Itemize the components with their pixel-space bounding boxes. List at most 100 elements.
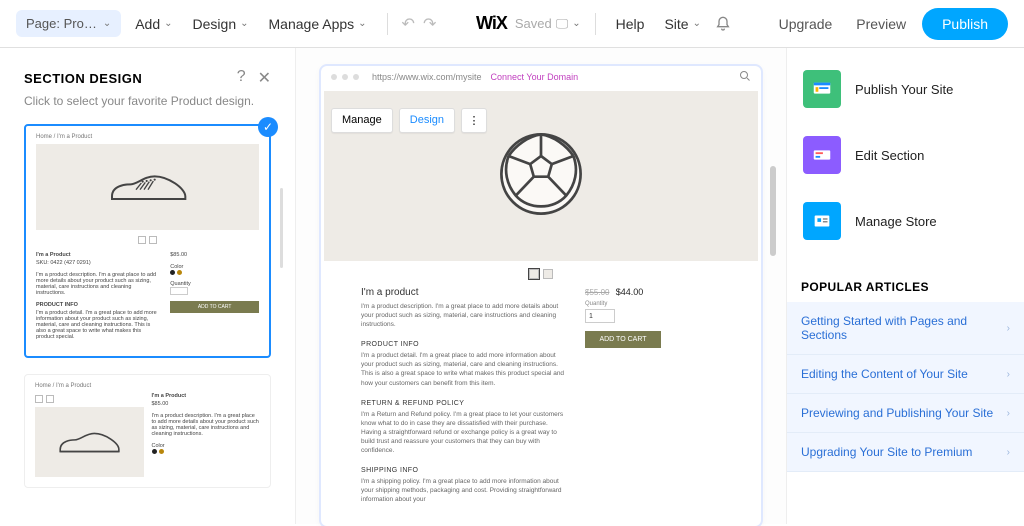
card-publish-site[interactable]: Publish Your Site [797,56,1014,122]
connect-domain-link[interactable]: Connect Your Domain [491,72,579,82]
page-selector-label: Page: Pro… [26,16,97,31]
store-icon [803,202,841,240]
stage-browser-bar: https://www.wix.com/mysite Connect Your … [321,66,761,88]
upgrade-button[interactable]: Upgrade [771,12,841,36]
color-swatches [170,270,259,275]
section-head: SHIPPING INFO [361,467,565,474]
thumb[interactable] [35,395,43,403]
close-icon[interactable]: ✕ [258,68,271,88]
section-body: I'm a Return and Refund policy. I'm a gr… [361,410,565,455]
thumb[interactable] [138,236,146,244]
undo-icon[interactable]: ↶ [402,14,415,34]
section-body: I'm a product detail. I'm a great place … [361,351,565,387]
product-desc: I'm a product description. I'm a great p… [361,302,565,329]
swatch[interactable] [170,270,175,275]
thumb[interactable] [529,269,539,279]
panel-subtitle: Click to select your favorite Product de… [24,94,271,108]
article-link[interactable]: Upgrading Your Site to Premium › [787,433,1024,472]
preview-stage[interactable]: https://www.wix.com/mysite Connect Your … [321,66,761,526]
price-row: $55.00 $44.00 [585,287,721,297]
manage-button[interactable]: Manage [331,108,393,133]
qty-input[interactable]: 1 [585,309,615,323]
product-price: $85.00 [170,252,259,258]
chevron-right-icon: › [1007,408,1010,419]
product-desc: I'm a product description. I'm a great p… [152,413,261,437]
more-button[interactable]: ⋮ [461,108,487,133]
design-option-1[interactable]: Home / I'm a Product I'm a Product SKU: … [24,124,271,358]
card-edit-section[interactable]: Edit Section [797,122,1014,188]
breadcrumb: Home / I'm a Product [36,134,259,140]
help-icon[interactable]: ? [237,68,246,88]
stage-toolbar: Manage Design ⋮ [331,108,487,133]
section-head: PRODUCT INFO [361,341,565,348]
card-thumbs [36,236,259,244]
product-sku: SKU: 0422 (427 0291) [36,260,160,266]
design-option-2[interactable]: Home / I'm a Product I'm a Pro [24,374,271,488]
publish-button[interactable]: Publish [922,8,1008,40]
swatch[interactable] [152,449,157,454]
article-link[interactable]: Getting Started with Pages and Sections … [787,302,1024,355]
add-to-cart-button[interactable]: ADD TO CART [585,331,661,348]
popular-articles-head: POPULAR ARTICLES [787,266,1024,302]
chevron-right-icon: › [1007,447,1010,458]
manage-apps-label: Manage Apps [269,16,355,32]
chevron-down-icon: ⌄ [240,18,248,29]
article-label: Previewing and Publishing Your Site [801,406,993,420]
site-menu-label: Site [664,16,688,32]
product-price: $85.00 [152,401,261,407]
card-hidden[interactable] [797,48,1014,56]
save-status[interactable]: Saved 🖵 ⌄ [515,16,581,32]
scrollbar[interactable] [280,188,283,268]
chevron-down-icon: ⌄ [103,18,111,29]
chevron-right-icon: › [1007,369,1010,380]
divider [387,13,388,35]
article-links: Getting Started with Pages and Sections … [787,302,1024,472]
quick-action-cards: Publish Your Site Edit Section Manage St… [787,48,1024,266]
price-old: $55.00 [585,288,609,297]
panel-title: SECTION DESIGN [24,71,142,86]
preview-button[interactable]: Preview [848,12,914,36]
thumb[interactable] [46,395,54,403]
design-button[interactable]: Design [399,108,455,133]
card-hero [36,144,259,230]
search-icon[interactable] [739,70,751,85]
section-body: I'm a product detail. I'm a great place … [36,310,160,340]
card-manage-store[interactable]: Manage Store [797,188,1014,254]
card-hero [35,407,144,477]
redo-icon[interactable]: ↷ [423,14,436,34]
card-label: Edit Section [855,148,924,163]
help-menu[interactable]: Help [610,12,651,36]
site-menu[interactable]: Site ⌄ [658,12,707,36]
main-area: SECTION DESIGN ? ✕ Click to select your … [0,48,1024,524]
bell-icon[interactable] [715,16,731,32]
chevron-down-icon: ⌄ [572,18,580,29]
article-link[interactable]: Editing the Content of Your Site › [787,355,1024,394]
product-name: I'm a Product [36,252,160,258]
chevron-down-icon: ⌄ [164,18,172,29]
chevron-down-icon: ⌄ [358,18,366,29]
shoe-icon [108,168,188,206]
thumb[interactable] [149,236,157,244]
manage-apps-menu[interactable]: Manage Apps ⌄ [263,12,373,36]
window-dot [331,74,337,80]
top-bar: Page: Pro… ⌄ Add ⌄ Design ⌄ Manage Apps … [0,0,1024,48]
article-link[interactable]: Previewing and Publishing Your Site › [787,394,1024,433]
design-menu[interactable]: Design ⌄ [187,12,255,36]
section-head: RETURN & REFUND POLICY [361,400,565,407]
save-status-label: Saved [515,16,552,31]
thumb[interactable] [543,269,553,279]
card-label: Publish Your Site [855,82,953,97]
qty-label: Quantity [585,301,721,307]
shoe-icon [57,427,121,457]
add-menu[interactable]: Add ⌄ [129,12,178,36]
product-thumbs [321,269,761,279]
scrollbar[interactable] [770,166,776,256]
price-new: $44.00 [616,287,644,297]
edit-icon [803,136,841,174]
qty-box[interactable] [170,287,188,295]
page-selector[interactable]: Page: Pro… ⌄ [16,10,121,37]
add-to-cart-button[interactable]: ADD TO CART [170,301,259,313]
swatch[interactable] [177,270,182,275]
product-title: I'm a product [361,287,565,298]
swatch[interactable] [159,449,164,454]
